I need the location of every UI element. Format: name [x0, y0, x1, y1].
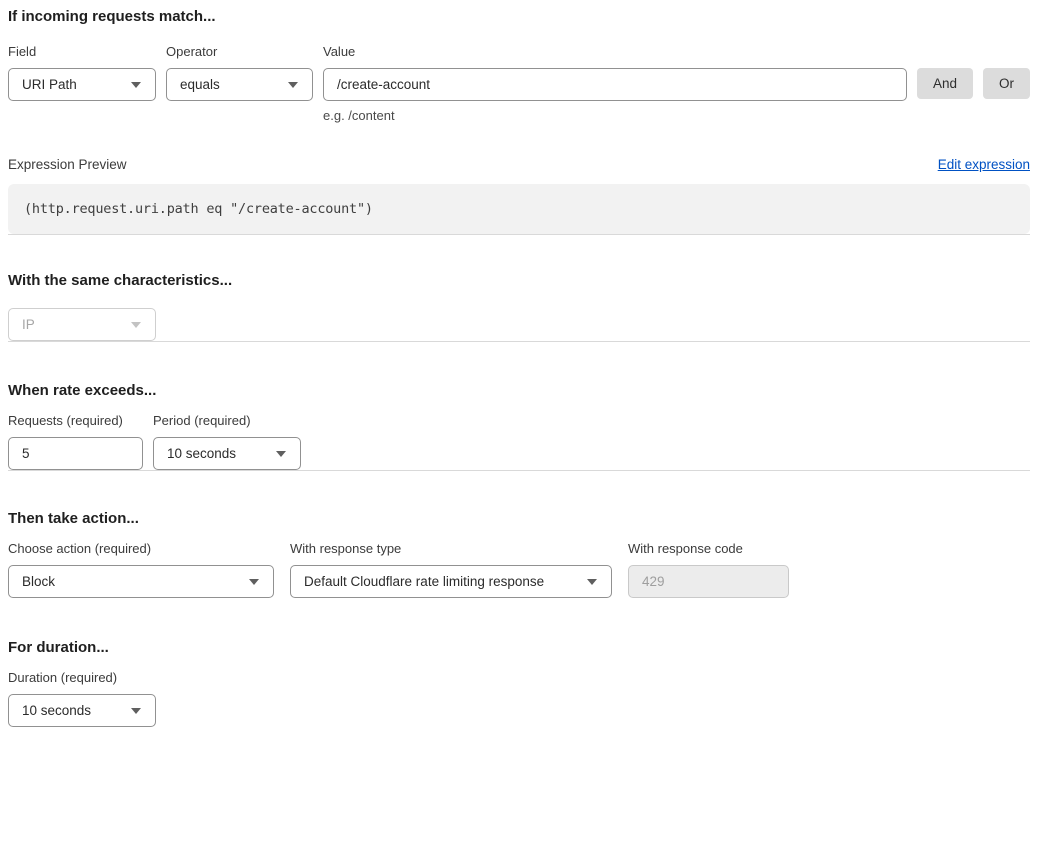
match-expression-builder-row: Field URI Path Operator equals Value e.g… — [8, 44, 1030, 123]
and-button[interactable]: And — [917, 68, 973, 99]
value-label: Value — [323, 44, 907, 59]
section-divider — [8, 470, 1030, 471]
requests-input[interactable] — [8, 437, 143, 470]
duration-select[interactable]: 10 seconds — [8, 694, 156, 727]
section-title-rate-exceeds: When rate exceeds... — [8, 382, 1030, 399]
response-code-group: With response code — [628, 541, 789, 598]
chevron-down-icon — [249, 579, 259, 585]
section-divider — [8, 234, 1030, 235]
operator-label: Operator — [166, 44, 313, 59]
edit-expression-link[interactable]: Edit expression — [938, 157, 1030, 172]
section-title-take-action: Then take action... — [8, 510, 1030, 527]
requests-group: Requests (required) — [8, 413, 143, 470]
period-group: Period (required) 10 seconds — [153, 413, 301, 470]
or-button[interactable]: Or — [983, 68, 1030, 99]
response-code-input — [628, 565, 789, 598]
choose-action-select-value: Block — [22, 574, 55, 589]
chevron-down-icon — [288, 82, 298, 88]
expression-preview-header: Expression Preview Edit expression — [8, 157, 1030, 172]
period-select[interactable]: 10 seconds — [153, 437, 301, 470]
duration-label: Duration (required) — [8, 670, 156, 685]
duration-group: Duration (required) 10 seconds — [8, 670, 156, 727]
choose-action-select[interactable]: Block — [8, 565, 274, 598]
operator-select-value: equals — [180, 77, 220, 92]
section-divider — [8, 341, 1030, 342]
chevron-down-icon — [276, 451, 286, 457]
response-type-select-value: Default Cloudflare rate limiting respons… — [304, 574, 544, 589]
section-title-for-duration: For duration... — [8, 639, 1030, 656]
operator-group: Operator equals — [166, 44, 313, 101]
action-row: Choose action (required) Block With resp… — [8, 541, 1030, 598]
field-select-value: URI Path — [22, 77, 77, 92]
section-title-characteristics: With the same characteristics... — [8, 272, 1030, 289]
duration-select-value: 10 seconds — [22, 703, 91, 718]
chevron-down-icon — [131, 708, 141, 714]
period-select-value: 10 seconds — [167, 446, 236, 461]
field-group: Field URI Path — [8, 44, 156, 101]
chevron-down-icon — [131, 82, 141, 88]
expression-logic-buttons: And Or — [917, 68, 1030, 99]
value-group: Value e.g. /content — [323, 44, 907, 123]
value-helper-text: e.g. /content — [323, 108, 907, 123]
field-label: Field — [8, 44, 156, 59]
characteristics-select-value: IP — [22, 317, 35, 332]
characteristics-select: IP — [8, 308, 156, 341]
characteristics-row: IP — [8, 308, 1030, 341]
characteristics-group: IP — [8, 308, 156, 341]
expression-code: (http.request.uri.path eq "/create-accou… — [24, 201, 373, 217]
chevron-down-icon — [131, 322, 141, 328]
response-code-label: With response code — [628, 541, 789, 556]
response-type-select[interactable]: Default Cloudflare rate limiting respons… — [290, 565, 612, 598]
period-label: Period (required) — [153, 413, 301, 428]
choose-action-group: Choose action (required) Block — [8, 541, 274, 598]
duration-row: Duration (required) 10 seconds — [8, 670, 1030, 727]
operator-select[interactable]: equals — [166, 68, 313, 101]
requests-label: Requests (required) — [8, 413, 143, 428]
choose-action-label: Choose action (required) — [8, 541, 274, 556]
expression-preview-box: (http.request.uri.path eq "/create-accou… — [8, 184, 1030, 234]
rate-row: Requests (required) Period (required) 10… — [8, 413, 1030, 470]
expression-preview-label: Expression Preview — [8, 157, 127, 172]
section-title-incoming-requests: If incoming requests match... — [8, 8, 1030, 25]
value-input[interactable] — [323, 68, 907, 101]
rate-limiting-rule-form: If incoming requests match... Field URI … — [0, 0, 1048, 733]
response-type-group: With response type Default Cloudflare ra… — [290, 541, 612, 598]
field-select[interactable]: URI Path — [8, 68, 156, 101]
chevron-down-icon — [587, 579, 597, 585]
response-type-label: With response type — [290, 541, 612, 556]
